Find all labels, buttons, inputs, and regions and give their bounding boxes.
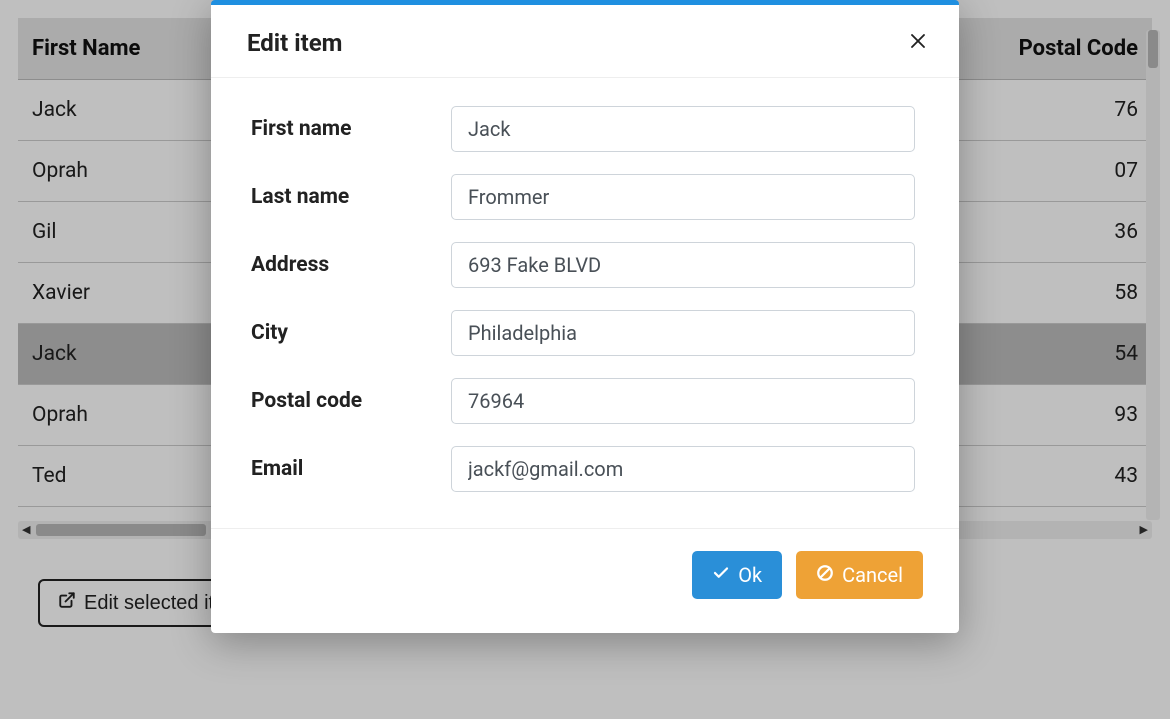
edit-item-modal: Edit item First name Last name Address	[211, 0, 959, 633]
modal-body: First name Last name Address City Postal…	[211, 78, 959, 528]
ok-button-label: Ok	[738, 563, 762, 587]
city-field[interactable]	[451, 310, 915, 356]
modal-header: Edit item	[211, 5, 959, 78]
modal-footer: Ok Cancel	[211, 528, 959, 633]
first-name-field[interactable]	[451, 106, 915, 152]
address-field[interactable]	[451, 242, 915, 288]
ok-button[interactable]: Ok	[692, 551, 782, 599]
modal-title: Edit item	[247, 29, 342, 57]
label-city: City	[251, 321, 451, 345]
close-button[interactable]	[909, 32, 927, 54]
cancel-button-label: Cancel	[842, 563, 903, 587]
cancel-button[interactable]: Cancel	[796, 551, 923, 599]
close-icon	[909, 32, 927, 54]
label-postal-code: Postal code	[251, 389, 451, 413]
check-icon	[712, 563, 730, 587]
last-name-field[interactable]	[451, 174, 915, 220]
label-address: Address	[251, 253, 451, 277]
email-field[interactable]	[451, 446, 915, 492]
label-first-name: First name	[251, 117, 451, 141]
label-last-name: Last name	[251, 185, 451, 209]
cancel-icon	[816, 563, 834, 587]
modal-overlay: Edit item First name Last name Address	[0, 0, 1170, 719]
label-email: Email	[251, 457, 451, 481]
postal-code-field[interactable]	[451, 378, 915, 424]
